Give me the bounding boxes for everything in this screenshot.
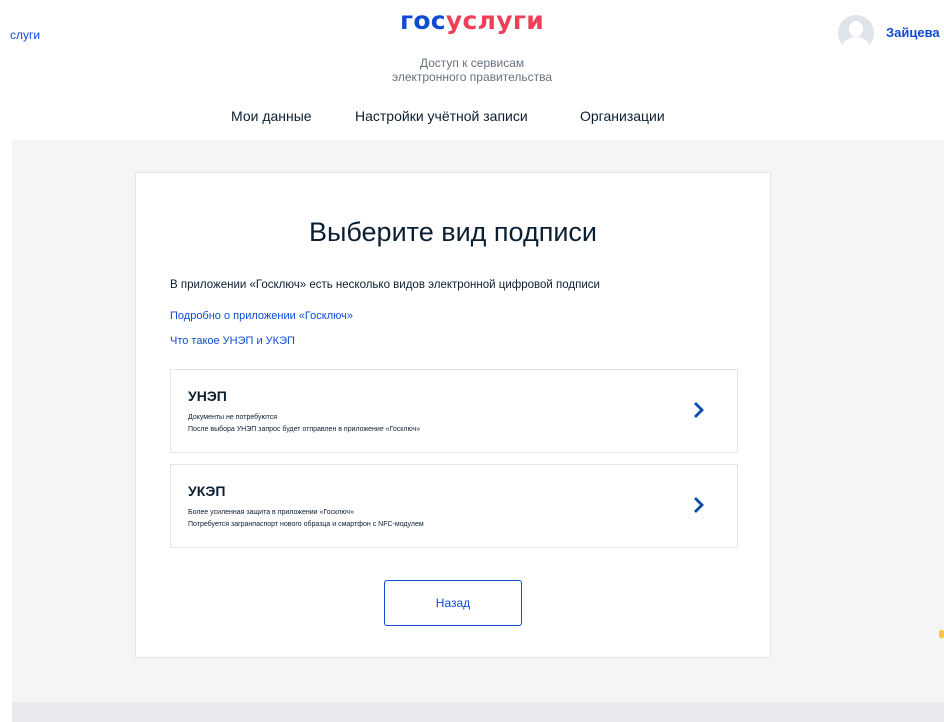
gosuslugi-logo[interactable]: госуслуги [0, 6, 944, 35]
subtitle-line-1: Доступ к сервисам [419, 56, 525, 70]
signature-type-card: Выберите вид подписи В приложении «Госкл… [135, 172, 771, 658]
option-ukep-title: УКЭП [188, 483, 226, 499]
option-unep-line-2: После выбора УНЭП запрос будет отправлен… [188, 426, 421, 433]
tab-my-data[interactable]: Мои данные [231, 108, 312, 140]
page-title: Выберите вид подписи [308, 217, 598, 247]
option-unep-title: УНЭП [188, 388, 227, 404]
option-ukep-line-1: Более усиленная защита в приложении «Гос… [188, 509, 354, 516]
about-goskey-link[interactable]: Подробно о приложении «Госключ» [170, 310, 353, 322]
profile-tabs: Мои данные Настройки учётной записи Орга… [0, 108, 944, 142]
option-unep-line-1: Документы не потребуются [188, 414, 278, 421]
user-name[interactable]: Зайцева [886, 25, 940, 40]
back-button[interactable]: Назад [384, 580, 522, 626]
signature-description: В приложении «Госключ» есть несколько ви… [170, 279, 600, 291]
option-unep[interactable]: УНЭП Документы не потребуются После выбо… [170, 369, 738, 453]
tab-account-settings[interactable]: Настройки учётной записи [355, 108, 528, 140]
footer-strip [12, 702, 944, 722]
page-header: слуги госуслуги Доступ к сервисам электр… [0, 0, 944, 142]
chevron-right-icon [694, 497, 704, 513]
decorative-accent [939, 630, 944, 638]
what-is-unep-ukep-link[interactable]: Что такое УНЭП и УКЭП [170, 335, 295, 347]
chevron-right-icon [694, 402, 704, 418]
header-subtitle: Доступ к сервисам электронного правитель… [0, 56, 944, 84]
tab-organizations[interactable]: Организации [580, 108, 665, 142]
logo-part-uslugi: услуги [445, 6, 545, 35]
option-ukep[interactable]: УКЭП Более усиленная защита в приложении… [170, 464, 738, 548]
subtitle-line-2: электронного правительства [391, 70, 553, 84]
user-avatar-icon[interactable] [838, 15, 874, 51]
logo-part-gos: гос [399, 6, 446, 35]
option-ukep-line-2: Потребуется загранпаспорт нового образца… [188, 521, 424, 528]
